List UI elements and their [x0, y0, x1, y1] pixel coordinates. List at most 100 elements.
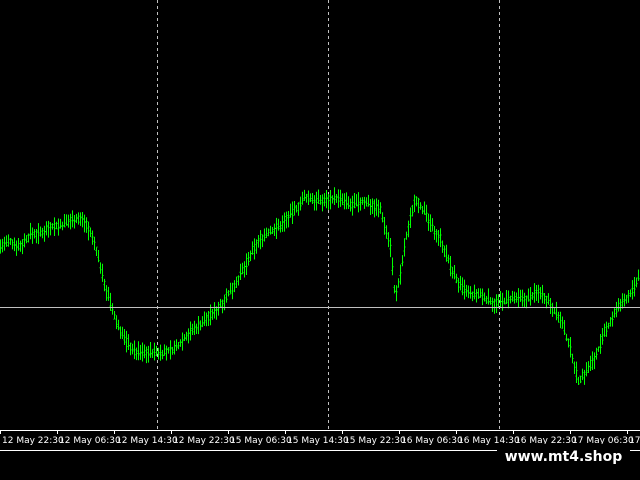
ohlc-bar	[399, 264, 402, 285]
ohlc-bar	[73, 214, 76, 229]
ohlc-bar	[253, 238, 256, 260]
ohlc-bar	[201, 316, 204, 328]
ohlc-bar	[271, 227, 274, 235]
ohlc-bar	[113, 311, 116, 320]
ohlc-bar	[507, 290, 510, 309]
ohlc-bar	[313, 195, 316, 211]
ohlc-bar	[37, 223, 40, 245]
ohlc-bar	[539, 286, 542, 300]
ohlc-bar	[513, 291, 516, 304]
ohlc-bar	[301, 191, 304, 205]
ohlc-bar	[273, 223, 276, 237]
ohlc-bar	[403, 238, 406, 257]
ohlc-bar	[449, 256, 452, 277]
ohlc-bar	[491, 297, 494, 312]
ohlc-bar	[123, 329, 126, 345]
ohlc-bar	[45, 221, 48, 236]
ohlc-bar	[347, 196, 350, 209]
ohlc-bar	[307, 190, 310, 206]
ohlc-bar	[451, 266, 454, 279]
ohlc-bar	[281, 215, 284, 232]
ohlc-bar	[151, 348, 154, 358]
ohlc-bar	[415, 196, 418, 207]
ohlc-bar	[297, 202, 300, 216]
ohlc-bar	[55, 221, 58, 230]
ohlc-bar	[625, 294, 628, 304]
ohlc-bar	[71, 210, 74, 228]
ohlc-bar	[493, 298, 496, 314]
ohlc-bar	[9, 238, 12, 245]
ohlc-bar	[207, 310, 210, 327]
ohlc-bar	[87, 221, 90, 241]
ohlc-bar	[35, 229, 38, 244]
ohlc-bar	[529, 286, 532, 306]
watermark-text: www.mt4.shop	[497, 444, 630, 470]
ohlc-bar	[259, 230, 262, 250]
ohlc-bar	[633, 277, 636, 297]
ohlc-bar	[275, 217, 278, 239]
ohlc-bar	[355, 194, 358, 207]
ohlc-bar	[565, 333, 568, 342]
ohlc-bar	[295, 204, 298, 213]
ohlc-bar	[361, 197, 364, 205]
ohlc-bar	[65, 214, 68, 226]
ohlc-bar	[341, 193, 344, 206]
ohlc-bar	[635, 277, 638, 288]
ohlc-bar	[621, 293, 624, 309]
ohlc-bar	[107, 286, 110, 301]
ohlc-bar	[5, 235, 8, 247]
ohlc-bar	[293, 200, 296, 216]
ohlc-bar	[579, 375, 582, 384]
ohlc-bar	[499, 291, 502, 308]
ohlc-bar	[477, 288, 480, 299]
ohlc-bar	[545, 295, 548, 309]
ohlc-bar	[543, 292, 546, 304]
ohlc-bar	[263, 228, 266, 242]
ohlc-bar	[57, 218, 60, 236]
ohlc-bar	[637, 269, 640, 281]
ohlc-bar	[597, 346, 600, 352]
ohlc-bar	[343, 193, 346, 210]
ohlc-bar	[509, 295, 512, 304]
ohlc-bar	[39, 226, 42, 237]
ohlc-bar	[177, 342, 180, 350]
ohlc-bar	[247, 251, 250, 266]
ohlc-bar	[489, 297, 492, 305]
ohlc-bar	[381, 212, 384, 223]
ohlc-bar	[23, 233, 26, 248]
ohlc-bar	[135, 347, 138, 361]
ohlc-bar	[119, 326, 122, 339]
price-chart: 12 May 22:30 12 May 06:30 12 May 14:30 12 M…	[0, 0, 640, 480]
ohlc-bar	[483, 292, 486, 302]
ohlc-bar	[593, 352, 596, 370]
ohlc-bar	[197, 315, 200, 335]
ohlc-bar	[377, 199, 380, 218]
ohlc-bar	[231, 282, 234, 300]
ohlc-bar	[85, 217, 88, 233]
ohlc-bar	[473, 284, 476, 300]
x-tick-label: 15 May 22:30	[344, 436, 406, 446]
ohlc-bar	[47, 220, 50, 238]
ohlc-bar	[515, 292, 518, 303]
ohlc-bar	[111, 303, 114, 315]
ohlc-bar	[179, 339, 182, 347]
ohlc-bar	[245, 253, 248, 276]
ohlc-bar	[437, 229, 440, 246]
ohlc-bar	[385, 225, 388, 239]
ohlc-bar	[441, 240, 444, 253]
x-tick-label: 17 May 14:30	[629, 436, 640, 446]
ohlc-bar	[137, 341, 140, 361]
ohlc-bar	[117, 319, 120, 331]
ohlc-bar	[575, 361, 578, 383]
ohlc-bar	[89, 227, 92, 238]
ohlc-bar	[357, 192, 360, 213]
x-tick-label: 12 May 14:30	[116, 436, 178, 446]
ohlc-bar	[167, 347, 170, 354]
ohlc-bar	[599, 334, 602, 354]
ohlc-bar	[165, 345, 168, 361]
ohlc-bar	[613, 308, 616, 318]
ohlc-bar	[559, 311, 562, 329]
ohlc-bar	[501, 292, 504, 311]
ohlc-bar	[397, 278, 400, 288]
chart-canvas: 12 May 22:3012 May 06:3012 May 14:3012 M…	[0, 0, 640, 451]
